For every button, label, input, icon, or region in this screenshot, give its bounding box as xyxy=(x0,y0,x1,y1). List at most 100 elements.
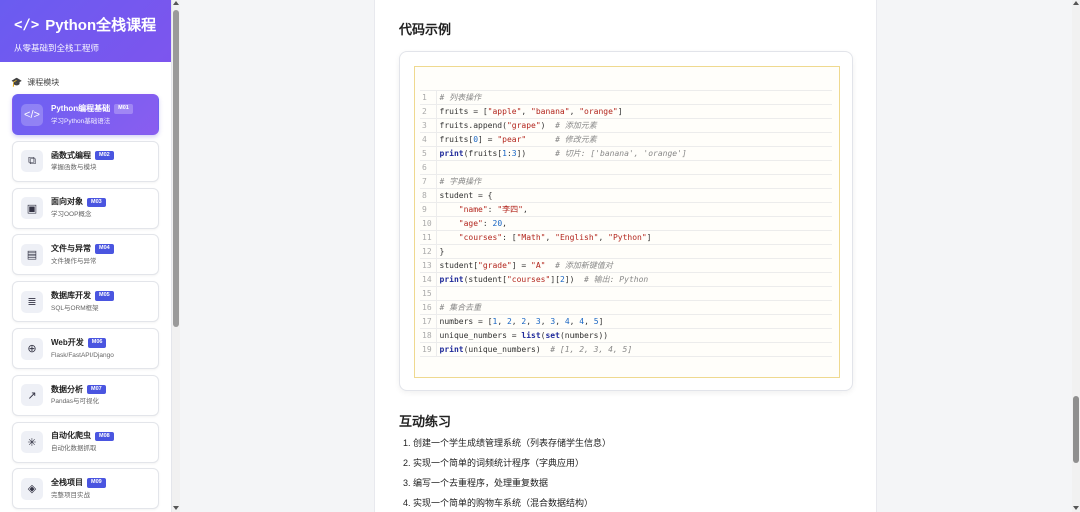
code-text xyxy=(436,286,832,301)
module-badge: M07 xyxy=(87,384,106,395)
exercise-heading: 互动练习 xyxy=(399,414,452,429)
code-line: 1 # 列表操作 xyxy=(420,90,832,105)
module-title: 文件与异常 xyxy=(51,244,91,254)
module-title: Web开发 xyxy=(51,337,84,347)
section-label-text: 课程模块 xyxy=(27,78,60,87)
line-number: 14 xyxy=(420,272,437,287)
code-line: 6 xyxy=(420,160,832,175)
module-subtitle: 掌握函数与模块 xyxy=(51,164,97,172)
module-text: 文件与异常 M04 文件操作与异常 xyxy=(51,244,114,265)
sidebar-scrollbar[interactable] xyxy=(172,0,180,512)
module-badge: M08 xyxy=(95,431,114,442)
line-number: 16 xyxy=(420,300,437,315)
brand-title: Python全栈课程 xyxy=(45,17,157,34)
module-title: 数据分析 xyxy=(51,384,83,394)
sidebar-module-m02[interactable]: ⧉ 函数式编程 M02 掌握函数与模块 xyxy=(12,140,159,182)
module-badge: M04 xyxy=(95,244,114,254)
line-number: 7 xyxy=(420,174,437,189)
code-text: unique_numbers = list(set(numbers)) xyxy=(436,328,832,343)
exercise-list: 1. 创建一个学生成绩管理系统（列表存储学生信息） 2. 实现一个简单的词频统计… xyxy=(403,437,611,512)
code-line: 18 unique_numbers = list(set(numbers)) xyxy=(420,328,832,343)
module-text: 函数式编程 M02 掌握函数与模块 xyxy=(51,150,114,172)
code-line: 8 student = { xyxy=(420,188,832,203)
code-text: # 列表操作 xyxy=(436,90,832,105)
sidebar-module-m09[interactable]: ◈ 全栈项目 M09 完整项目实战 xyxy=(12,468,159,510)
line-number: 11 xyxy=(420,230,437,245)
module-title: 面向对象 xyxy=(51,197,83,207)
code-text: "name": "李四", xyxy=(436,202,832,217)
page-scrollbar-thumb[interactable] xyxy=(1073,396,1079,463)
module-title: Python编程基础 xyxy=(51,103,111,113)
sidebar-module-m05[interactable]: ≣ 数据库开发 M05 SQL与ORM框架 xyxy=(12,281,159,323)
scroll-down-arrow-icon[interactable] xyxy=(173,506,179,510)
code-line: 2 fruits = ["apple", "banana", "orange"] xyxy=(420,104,832,119)
sidebar-module-m08[interactable]: ✳ 自动化爬虫 M08 自动化数据抓取 xyxy=(12,421,159,463)
sidebar-module-m04[interactable]: ▤ 文件与异常 M04 文件操作与异常 xyxy=(12,234,159,276)
line-number: 15 xyxy=(420,286,437,301)
code-icon: </> xyxy=(21,103,43,126)
sidebar-scrollbar-thumb[interactable] xyxy=(173,10,179,327)
scroll-up-arrow-icon[interactable] xyxy=(173,1,179,5)
module-title-row: 文件与异常 M04 xyxy=(51,244,114,254)
module-title-row: 数据库开发 M05 xyxy=(51,291,114,301)
page-scrollbar[interactable] xyxy=(1072,0,1080,512)
graduation-cap-icon: 🎓 xyxy=(11,77,23,87)
module-title-row: 全栈项目 M09 xyxy=(51,478,106,488)
sidebar-module-m01[interactable]: </> Python编程基础 M01 学习Python基础语法 xyxy=(12,94,159,135)
chart-line-icon: ↗ xyxy=(21,384,43,407)
module-subtitle: Pandas与可视化 xyxy=(51,398,100,406)
code-text: student = { xyxy=(436,188,832,203)
module-text: 数据分析 M07 Pandas与可视化 xyxy=(51,384,106,406)
code-text: print(student["courses"][2]) # 输出: Pytho… xyxy=(436,272,832,287)
code-line: 11 "courses": ["Math", "English", "Pytho… xyxy=(420,230,832,245)
database-icon: ≣ xyxy=(21,290,43,313)
sidebar-module-m06[interactable]: ⊕ Web开发 M06 Flask/FastAPI/Django xyxy=(12,328,159,369)
code-line: 15 xyxy=(420,286,832,301)
cubes-icon: ⧉ xyxy=(21,150,43,173)
module-title-row: 自动化爬虫 M08 xyxy=(51,431,114,442)
module-text: Python编程基础 M01 学习Python基础语法 xyxy=(51,104,133,125)
module-text: 全栈项目 M09 完整项目实战 xyxy=(51,478,106,499)
sidebar-module-m07[interactable]: ↗ 数据分析 M07 Pandas与可视化 xyxy=(12,374,159,416)
line-number: 19 xyxy=(420,342,437,357)
module-title: 数据库开发 xyxy=(51,290,91,300)
code-text: # 字典操作 xyxy=(436,174,832,189)
exercise-item: 3. 编写一个去重程序，处理重复数据 xyxy=(403,478,549,488)
module-text: 自动化爬虫 M08 自动化数据抓取 xyxy=(51,431,114,453)
module-text: 面向对象 M03 学习OOP概念 xyxy=(51,197,106,219)
module-badge: M02 xyxy=(95,150,114,161)
brand-title-row: </> Python全栈课程 xyxy=(14,14,159,35)
line-number: 6 xyxy=(420,160,437,175)
file-icon: ▤ xyxy=(21,243,43,266)
code-line: 14 print(student["courses"][2]) # 输出: Pyt… xyxy=(420,272,832,287)
module-badge: M03 xyxy=(87,197,106,208)
code-text: fruits.append("grape") # 添加元素 xyxy=(436,118,832,133)
spider-icon: ✳ xyxy=(21,431,43,454)
code-text xyxy=(436,160,832,175)
code-line: 5 print(fruits[1:3]) # 切片: ['banana', 'or… xyxy=(420,146,832,161)
module-text: Web开发 M06 Flask/FastAPI/Django xyxy=(51,338,114,359)
exercise-item: 2. 实现一个简单的词频统计程序（字典应用） xyxy=(403,458,585,468)
object-group-icon: ▣ xyxy=(21,197,43,220)
code-text: fruits[0] = "pear" # 修改元素 xyxy=(436,132,832,147)
module-subtitle: 学习OOP概念 xyxy=(51,211,92,219)
module-badge: M09 xyxy=(87,478,106,488)
scroll-up-arrow-icon[interactable] xyxy=(1073,1,1079,5)
scroll-down-arrow-icon[interactable] xyxy=(1073,506,1079,510)
sidebar-module-m03[interactable]: ▣ 面向对象 M03 学习OOP概念 xyxy=(12,187,159,229)
module-subtitle: 学习Python基础语法 xyxy=(51,117,111,125)
module-title: 全栈项目 xyxy=(51,478,83,488)
code-icon: </> xyxy=(14,16,40,33)
module-badge: M05 xyxy=(95,291,114,301)
content-panel: 代码示例 1 # 列表操作 2 fruits = ["apple", "banana"… xyxy=(374,0,877,512)
line-number: 8 xyxy=(420,188,437,203)
code-line: 7 # 字典操作 xyxy=(420,174,832,189)
brand-subtitle: 从零基础到全栈工程师 xyxy=(14,43,100,53)
exercise-item: 4. 实现一个简单的购物车系统（混合数据结构） xyxy=(403,498,594,508)
line-number: 10 xyxy=(420,216,437,231)
sidebar: </> Python全栈课程 从零基础到全栈工程师 🎓 课程模块 </> Pyth… xyxy=(0,0,172,512)
module-text: 数据库开发 M05 SQL与ORM框架 xyxy=(51,291,114,312)
line-number: 1 xyxy=(420,90,437,105)
module-title-row: Web开发 M06 xyxy=(51,338,114,348)
code-text: student["grade"] = "A" # 添加新键值对 xyxy=(436,258,832,273)
